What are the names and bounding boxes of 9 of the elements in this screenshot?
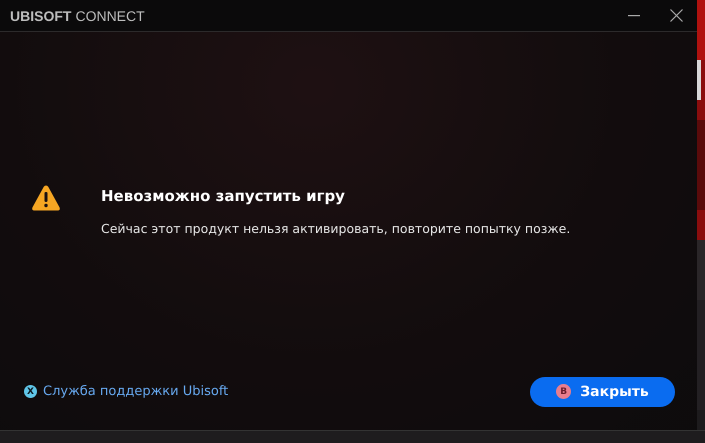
error-message: Сейчас этот продукт нельзя активировать, повторите попытку позже. xyxy=(101,221,570,236)
app-title: UBISOFT xyxy=(10,8,72,24)
warning-icon xyxy=(31,184,61,212)
minimize-icon xyxy=(628,14,640,16)
support-link[interactable]: X Служба поддержки Ubisoft xyxy=(24,384,228,399)
app-title: CONNECT xyxy=(75,8,145,24)
close-dialog-button[interactable]: B Закрыть xyxy=(530,376,675,406)
error-title: Невозможно запустить игру xyxy=(101,187,346,205)
close-icon xyxy=(670,9,682,22)
